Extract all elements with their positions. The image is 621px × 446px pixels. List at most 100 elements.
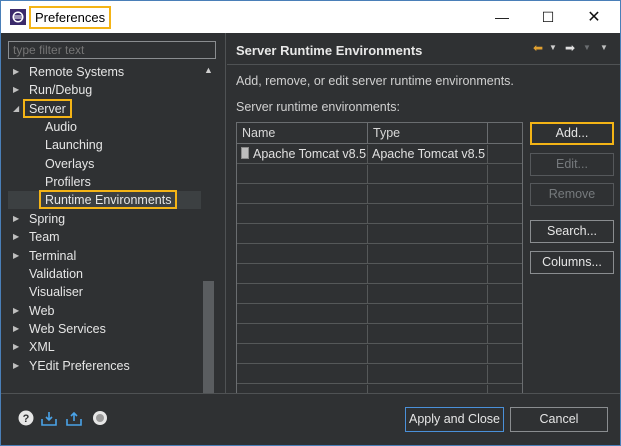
tree-item[interactable]: ▶ Terminal bbox=[8, 247, 201, 265]
search-button[interactable]: Search... bbox=[530, 220, 614, 243]
close-button[interactable]: ✕ bbox=[571, 1, 617, 33]
table-header: Name Type bbox=[237, 123, 522, 144]
tree-item-label: Web bbox=[29, 303, 55, 318]
tree-item-label: Launching bbox=[45, 138, 103, 153]
expand-arrow-icon[interactable]: ▶ bbox=[13, 357, 23, 375]
scroll-thumb[interactable] bbox=[203, 281, 214, 406]
tree-item-label: Terminal bbox=[29, 248, 77, 263]
tree-item[interactable]: ▶ XML bbox=[8, 338, 201, 356]
empty-cell bbox=[368, 285, 488, 304]
add-button[interactable]: Add... bbox=[530, 122, 614, 145]
tree-scrollbar[interactable]: ▲ ▼ bbox=[201, 63, 216, 422]
empty-cell bbox=[368, 185, 488, 204]
dialog-footer: ? Apply and Close Cancel bbox=[1, 393, 620, 445]
tree-item-label: Team bbox=[29, 230, 60, 245]
forward-menu-chevron-icon[interactable]: ▼ bbox=[583, 41, 591, 55]
expand-arrow-icon[interactable]: ▶ bbox=[13, 210, 23, 228]
scroll-up-icon[interactable]: ▲ bbox=[201, 63, 216, 77]
empty-cell bbox=[237, 365, 368, 384]
forward-arrow-icon[interactable]: ➡ bbox=[565, 41, 575, 55]
table-row bbox=[237, 305, 522, 324]
tree-item[interactable]: Validation bbox=[8, 265, 201, 283]
column-header-type[interactable]: Type bbox=[368, 123, 488, 144]
table-row[interactable]: Apache Tomcat v8.5 Apache Tomcat v8.5 bbox=[237, 145, 522, 164]
table-row bbox=[237, 365, 522, 384]
help-icon[interactable]: ? bbox=[18, 410, 34, 426]
expand-arrow-icon[interactable]: ▶ bbox=[13, 247, 23, 265]
remove-button[interactable]: Remove bbox=[530, 183, 614, 206]
empty-cell bbox=[237, 165, 368, 184]
empty-cell bbox=[368, 305, 488, 324]
tree-item[interactable]: ▶ Web Services bbox=[8, 320, 201, 338]
columns-button[interactable]: Columns... bbox=[530, 251, 614, 274]
tree-item[interactable]: Runtime Environments bbox=[8, 190, 201, 210]
tree-item[interactable]: ◢ Server bbox=[8, 98, 201, 118]
empty-cell bbox=[368, 225, 488, 244]
table-row bbox=[237, 205, 522, 224]
empty-cell bbox=[237, 185, 368, 204]
empty-cell bbox=[368, 245, 488, 264]
tree-item-label: Overlays bbox=[45, 156, 95, 171]
empty-cell bbox=[368, 345, 488, 364]
record-icon[interactable] bbox=[92, 410, 108, 426]
tree-item[interactable]: ▶ YEdit Preferences bbox=[8, 357, 201, 375]
tree-item-label: Validation bbox=[29, 266, 83, 281]
expand-arrow-icon[interactable]: ▶ bbox=[13, 63, 23, 81]
cancel-button[interactable]: Cancel bbox=[510, 407, 608, 432]
tree-item[interactable]: ▶ Spring bbox=[8, 210, 201, 228]
expand-arrow-icon[interactable]: ▶ bbox=[13, 338, 23, 356]
table-row bbox=[237, 325, 522, 344]
filter-input[interactable] bbox=[8, 41, 216, 59]
apply-and-close-button[interactable]: Apply and Close bbox=[405, 407, 504, 432]
tree-item[interactable]: Overlays bbox=[8, 155, 201, 173]
tree-item[interactable]: Profilers bbox=[8, 173, 201, 191]
svg-text:?: ? bbox=[23, 413, 30, 425]
runtime-environments-table[interactable]: Name Type Apache Tomcat v8.5 Apache Tomca… bbox=[236, 122, 523, 424]
tree-item[interactable]: Launching bbox=[8, 136, 201, 154]
empty-cell bbox=[237, 205, 368, 224]
expand-arrow-icon[interactable]: ▶ bbox=[13, 302, 23, 320]
expand-arrow-icon[interactable]: ▶ bbox=[13, 81, 23, 99]
maximize-button[interactable]: ☐ bbox=[525, 1, 571, 33]
column-header-name[interactable]: Name bbox=[237, 123, 368, 144]
tree-item-label: Run/Debug bbox=[29, 83, 93, 98]
empty-cell bbox=[368, 365, 488, 384]
tree-item[interactable]: ▶ Web bbox=[8, 302, 201, 320]
empty-cell bbox=[368, 265, 488, 284]
cell-name: Apache Tomcat v8.5 bbox=[237, 145, 368, 164]
tree-item[interactable]: Visualiser bbox=[8, 283, 201, 301]
table-row bbox=[237, 225, 522, 244]
preferences-window: Preferences — ☐ ✕ ▶ Remote Systems ▶ Run/De… bbox=[0, 0, 621, 446]
table-row bbox=[237, 265, 522, 284]
tree-item-label: Runtime Environments bbox=[39, 190, 178, 210]
view-menu-icon[interactable]: ▼ bbox=[600, 41, 608, 55]
tree-item-label: Web Services bbox=[29, 321, 106, 336]
tree-item-label: Visualiser bbox=[29, 285, 83, 300]
empty-cell bbox=[237, 345, 368, 364]
tree-item-label: XML bbox=[29, 340, 55, 355]
tree-item-label: Remote Systems bbox=[29, 65, 125, 79]
tree-item[interactable]: ▶ Team bbox=[8, 228, 201, 246]
empty-cell bbox=[237, 325, 368, 344]
table-row bbox=[237, 185, 522, 204]
collapse-arrow-icon[interactable]: ◢ bbox=[13, 100, 23, 118]
minimize-button[interactable]: — bbox=[479, 1, 525, 33]
import-icon[interactable] bbox=[41, 410, 57, 426]
empty-cell bbox=[237, 225, 368, 244]
edit-button[interactable]: Edit... bbox=[530, 153, 614, 176]
back-arrow-icon[interactable]: ⬅ bbox=[533, 41, 543, 55]
tree-item[interactable]: ▶ Remote Systems bbox=[8, 63, 201, 81]
empty-cell bbox=[368, 165, 488, 184]
table-row bbox=[237, 285, 522, 304]
expand-arrow-icon[interactable]: ▶ bbox=[13, 320, 23, 338]
empty-cell bbox=[368, 205, 488, 224]
empty-cell bbox=[237, 285, 368, 304]
expand-arrow-icon[interactable]: ▶ bbox=[13, 228, 23, 246]
window-title: Preferences bbox=[29, 6, 112, 29]
back-menu-chevron-icon[interactable]: ▼ bbox=[549, 41, 557, 55]
tree-item[interactable]: Audio bbox=[8, 118, 201, 136]
export-icon[interactable] bbox=[66, 410, 82, 426]
tree-item[interactable]: ▶ Run/Debug bbox=[8, 81, 201, 99]
tree-item-label: Profilers bbox=[45, 175, 91, 190]
empty-cell bbox=[368, 325, 488, 344]
